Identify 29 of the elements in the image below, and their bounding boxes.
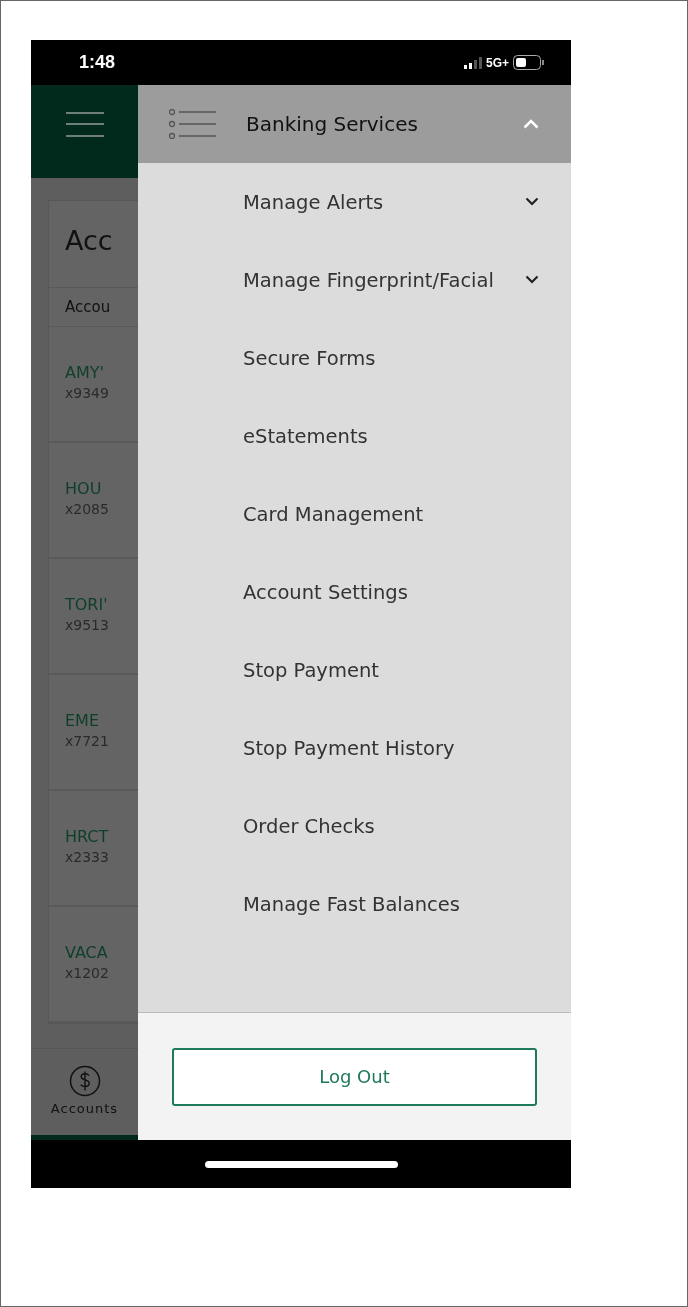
menu-item[interactable]: Secure Forms xyxy=(138,332,571,410)
menu-item[interactable]: Manage Fingerprint/Facial xyxy=(138,254,571,332)
menu-item[interactable]: Order Checks xyxy=(138,800,571,878)
menu-item[interactable]: Manage Alerts xyxy=(138,176,571,254)
account-number: x2333 xyxy=(65,847,110,867)
menu-item[interactable]: Stop Payment History xyxy=(138,722,571,800)
dollar-icon xyxy=(68,1065,101,1098)
signal-icon xyxy=(464,56,482,69)
chevron-up-icon xyxy=(523,119,539,129)
menu-item[interactable]: Stop Payment xyxy=(138,644,571,722)
menu-icon[interactable] xyxy=(65,111,104,138)
account-number: x9513 xyxy=(65,615,110,635)
clock-time: 1:48 xyxy=(79,51,116,74)
account-number: x7721 xyxy=(65,731,110,751)
menu-item[interactable]: Manage Fast Balances xyxy=(138,878,571,956)
home-indicator[interactable] xyxy=(205,1160,398,1168)
account-number: x1202 xyxy=(65,963,110,983)
menu-item[interactable]: eStatements xyxy=(138,410,571,488)
menu-item[interactable]: Card Management xyxy=(138,488,571,566)
chevron-down-icon xyxy=(525,197,539,206)
account-number: x2085 xyxy=(65,499,110,519)
network-label: 5G+ xyxy=(486,54,509,72)
logout-button[interactable]: Log Out xyxy=(172,1047,537,1106)
chevron-down-icon xyxy=(525,275,539,284)
menu-item[interactable]: Account Settings xyxy=(138,566,571,644)
battery-icon xyxy=(513,55,545,70)
section-header[interactable]: Banking Services xyxy=(138,85,571,163)
list-icon xyxy=(168,109,216,139)
account-number: x9349 xyxy=(65,383,110,403)
